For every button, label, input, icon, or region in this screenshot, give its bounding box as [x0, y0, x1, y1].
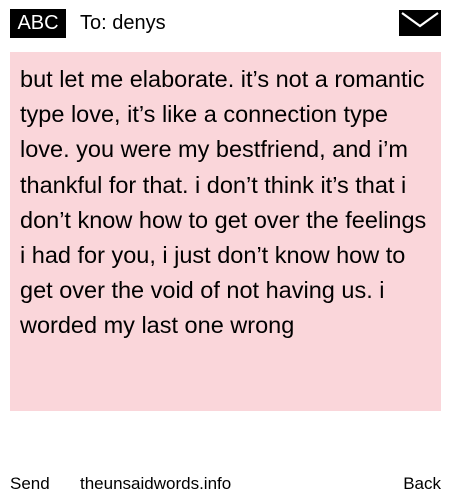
- abc-badge: ABC: [10, 9, 66, 38]
- message-body: but let me elaborate. it’s not a romanti…: [20, 66, 427, 339]
- send-button[interactable]: Send: [10, 474, 50, 494]
- back-button[interactable]: Back: [403, 474, 441, 494]
- envelope-icon: [399, 10, 441, 36]
- site-link[interactable]: theunsaidwords.info: [80, 474, 231, 494]
- message-box: but let me elaborate. it’s not a romanti…: [10, 52, 441, 411]
- header: ABC To: denys: [0, 0, 450, 46]
- recipient-line: To: denys: [80, 12, 166, 34]
